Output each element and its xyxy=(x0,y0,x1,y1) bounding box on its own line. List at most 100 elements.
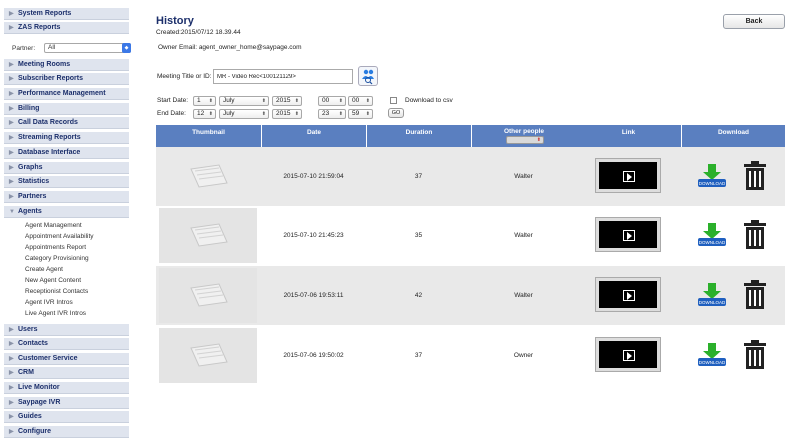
sidebar-item-system-reports[interactable]: ▶ System Reports xyxy=(4,8,129,20)
download-icon: DOWNLOAD xyxy=(698,343,726,366)
sidebar-item-live-monitor[interactable]: ▶ Live Monitor xyxy=(4,382,129,394)
chevron-right-icon: ▶ xyxy=(9,106,14,112)
delete-button[interactable] xyxy=(741,339,769,371)
sidebar-item-subscriber-reports[interactable]: ▶ Subscriber Reports xyxy=(4,73,129,85)
chevron-right-icon: ▶ xyxy=(9,62,14,68)
sidebar-subitem-live-agent-ivr-intros[interactable]: Live Agent IVR Intros xyxy=(25,310,86,317)
chevron-right-icon: ▶ xyxy=(9,327,14,333)
column-header-link: Link xyxy=(576,125,681,147)
chevron-updown-icon: ⬍ xyxy=(294,98,299,104)
sidebar-item-agents[interactable]: ▼ Agents xyxy=(4,206,129,218)
chevron-updown-icon: ⬍ xyxy=(365,98,370,104)
end-month-select[interactable]: July ⬍ xyxy=(219,109,269,119)
meeting-title-label: Meeting Title or ID: xyxy=(157,73,212,80)
download-button[interactable]: DOWNLOAD xyxy=(697,163,727,189)
column-header-duration[interactable]: Duration xyxy=(366,125,471,147)
trash-icon xyxy=(744,340,766,369)
chevron-right-icon: ▶ xyxy=(9,179,14,185)
page-title: History xyxy=(156,15,194,27)
chevron-updown-icon: ⬍ xyxy=(208,111,213,117)
sidebar-item-configure[interactable]: ▶ Configure xyxy=(4,426,129,438)
chevron-updown-icon: ⬍ xyxy=(261,111,266,117)
meeting-title-input[interactable] xyxy=(213,69,353,84)
table-row: 2015-07-10 21:45:23 35 Walter DOWNLOAD xyxy=(156,206,785,265)
download-button[interactable]: DOWNLOAD xyxy=(697,342,727,368)
download-button[interactable]: DOWNLOAD xyxy=(697,282,727,308)
start-day-select[interactable]: 1 ⬍ xyxy=(193,96,216,106)
search-people-button[interactable] xyxy=(358,66,378,86)
chevron-updown-icon: ⬍ xyxy=(536,137,541,143)
sidebar-subitem-agent-management[interactable]: Agent Management xyxy=(25,222,82,229)
video-link[interactable] xyxy=(595,158,661,193)
sidebar-item-statistics[interactable]: ▶ Statistics xyxy=(4,176,129,188)
end-day-select[interactable]: 12 ⬍ xyxy=(193,109,216,119)
download-csv-checkbox[interactable] xyxy=(390,97,397,104)
end-year-select[interactable]: 2015 ⬍ xyxy=(272,109,302,119)
download-badge-text: DOWNLOAD xyxy=(699,181,726,186)
sidebar-item-crm[interactable]: ▶ CRM xyxy=(4,367,129,379)
video-link[interactable] xyxy=(595,217,661,252)
start-minute-select[interactable]: 00 ⬍ xyxy=(348,96,373,106)
delete-button[interactable] xyxy=(741,219,769,251)
other-people-filter-select[interactable]: ⬍ xyxy=(506,136,544,144)
sidebar-item-meeting-rooms[interactable]: ▶ Meeting Rooms xyxy=(4,59,129,71)
download-icon: DOWNLOAD xyxy=(698,283,726,306)
duration-cell: 35 xyxy=(414,232,423,239)
start-month-select[interactable]: July ⬍ xyxy=(219,96,269,106)
chevron-right-icon: ▶ xyxy=(9,341,14,347)
sidebar-item-database-interface[interactable]: ▶ Database Interface xyxy=(4,147,129,159)
created-timestamp: Created:2015/07/12 18.39.44 xyxy=(156,29,241,36)
chevron-right-icon: ▶ xyxy=(9,25,14,31)
partner-select[interactable]: All ◆ xyxy=(44,43,131,53)
start-date-label: Start Date: xyxy=(157,97,189,104)
sidebar-item-partners[interactable]: ▶ Partners xyxy=(4,191,129,203)
video-link[interactable] xyxy=(595,277,661,312)
sidebar-subitem-new-agent-content[interactable]: New Agent Content xyxy=(25,277,81,284)
download-badge-text: DOWNLOAD xyxy=(699,240,726,245)
chevron-updown-icon: ⬍ xyxy=(365,111,370,117)
sidebar-subitem-appointments-report[interactable]: Appointments Report xyxy=(25,244,86,251)
delete-button[interactable] xyxy=(741,279,769,311)
chevron-updown-icon: ◆ xyxy=(122,43,131,53)
sidebar-item-call-data-records[interactable]: ▶ Call Data Records xyxy=(4,117,129,129)
column-header-date[interactable]: Date xyxy=(261,125,366,147)
chevron-right-icon: ▶ xyxy=(9,370,14,376)
sidebar-item-streaming-reports[interactable]: ▶ Streaming Reports xyxy=(4,132,129,144)
start-year-select[interactable]: 2015 ⬍ xyxy=(272,96,302,106)
chevron-right-icon: ▶ xyxy=(9,194,14,200)
sidebar-item-contacts[interactable]: ▶ Contacts xyxy=(4,338,129,350)
chevron-updown-icon: ⬍ xyxy=(338,98,343,104)
chevron-right-icon: ▶ xyxy=(9,91,14,97)
owner-email: Owner Email: agent_owner_home@saypage.co… xyxy=(158,44,302,51)
sidebar-item-performance-management[interactable]: ▶ Performance Management xyxy=(4,88,129,100)
sidebar-item-customer-service[interactable]: ▶ Customer Service xyxy=(4,353,129,365)
sidebar-item-users[interactable]: ▶ Users xyxy=(4,324,129,336)
chevron-updown-icon: ⬍ xyxy=(208,98,213,104)
film-thumbnail-icon xyxy=(190,283,228,307)
play-icon xyxy=(623,171,635,182)
sidebar-item-guides[interactable]: ▶ Guides xyxy=(4,411,129,423)
back-button[interactable]: Back xyxy=(723,14,785,29)
start-hour-select[interactable]: 00 ⬍ xyxy=(318,96,346,106)
sidebar-subitem-category-provisioning[interactable]: Category Provisioning xyxy=(25,255,89,262)
sidebar-item-billing[interactable]: ▶ Billing xyxy=(4,103,129,115)
sidebar-item-saypage-ivr[interactable]: ▶ Saypage IVR xyxy=(4,397,129,409)
end-minute-select[interactable]: 59 ⬍ xyxy=(348,109,373,119)
sidebar-item-graphs[interactable]: ▶ Graphs xyxy=(4,162,129,174)
sidebar-subitem-create-agent[interactable]: Create Agent xyxy=(25,266,63,273)
film-thumbnail-icon xyxy=(190,223,228,247)
delete-button[interactable] xyxy=(741,160,769,192)
end-hour-select[interactable]: 23 ⬍ xyxy=(318,109,346,119)
download-button[interactable]: DOWNLOAD xyxy=(697,222,727,248)
sidebar-item-zas-reports[interactable]: ▶ ZAS Reports xyxy=(4,22,129,34)
sidebar-subitem-agent-ivr-intros[interactable]: Agent IVR Intros xyxy=(25,299,73,306)
go-button[interactable]: GO xyxy=(388,108,404,118)
sidebar-subitem-appointment-availability[interactable]: Appointment Availability xyxy=(25,233,94,240)
thumbnail xyxy=(159,149,257,204)
sidebar: ▶ System Reports ▶ ZAS Reports Partner: Al… xyxy=(0,0,131,445)
sidebar-subitem-receptionist-contacts[interactable]: Receptionist Contacts xyxy=(25,288,88,295)
date-cell: 2015-07-10 21:59:04 xyxy=(283,173,344,180)
chevron-right-icon: ▶ xyxy=(9,120,14,126)
chevron-right-icon: ▶ xyxy=(9,429,14,435)
video-link[interactable] xyxy=(595,337,661,372)
